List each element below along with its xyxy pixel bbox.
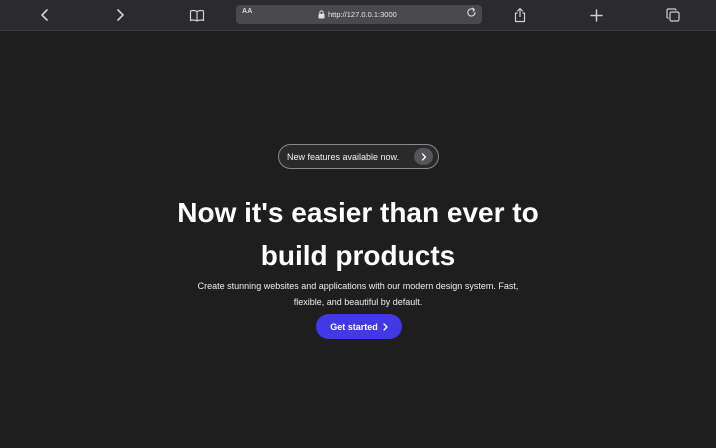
- reload-icon: [466, 5, 477, 23]
- chevron-left-icon: [40, 9, 50, 21]
- url-text: http://127.0.0.1:3000: [328, 10, 397, 19]
- chevron-right-icon: [115, 9, 125, 21]
- announcement-text: New features available now.: [287, 152, 400, 162]
- get-started-label: Get started: [330, 321, 378, 332]
- chevron-right-icon: [383, 318, 388, 336]
- description-line-1: Create stunning websites and application…: [197, 281, 519, 291]
- tabs-icon: [666, 8, 680, 22]
- new-tab-button[interactable]: [585, 5, 607, 25]
- announcement-badge[interactable]: New features available now.: [278, 144, 439, 169]
- headline-line-1: Now it's easier than ever to: [177, 197, 539, 228]
- back-button[interactable]: [34, 5, 56, 25]
- bookmarks-button[interactable]: [186, 5, 208, 25]
- description-line-2: flexible, and beautiful by default.: [293, 297, 423, 307]
- share-button[interactable]: [509, 5, 531, 25]
- lock-icon: [318, 6, 325, 24]
- announcement-arrow-button[interactable]: [414, 148, 433, 165]
- forward-button[interactable]: [109, 5, 131, 25]
- browser-toolbar: AA http://127.0.0.1:3000: [0, 0, 716, 31]
- page-content: New features available now. Now it's eas…: [0, 31, 716, 448]
- headline-line-2: build products: [260, 240, 456, 271]
- book-icon: [189, 9, 205, 22]
- share-icon: [513, 7, 527, 23]
- reader-mode-button[interactable]: AA: [242, 8, 253, 15]
- url-display[interactable]: http://127.0.0.1:3000: [318, 8, 397, 21]
- hero-description: Create stunning websites and application…: [178, 278, 538, 310]
- address-bar[interactable]: AA http://127.0.0.1:3000: [236, 5, 482, 24]
- chevron-right-icon: [421, 148, 427, 166]
- plus-icon: [589, 8, 603, 22]
- get-started-button[interactable]: Get started: [316, 314, 402, 339]
- reload-button[interactable]: [464, 7, 478, 21]
- hero-headline: Now it's easier than ever to build produ…: [0, 191, 716, 277]
- tabs-overview-button[interactable]: [662, 5, 684, 25]
